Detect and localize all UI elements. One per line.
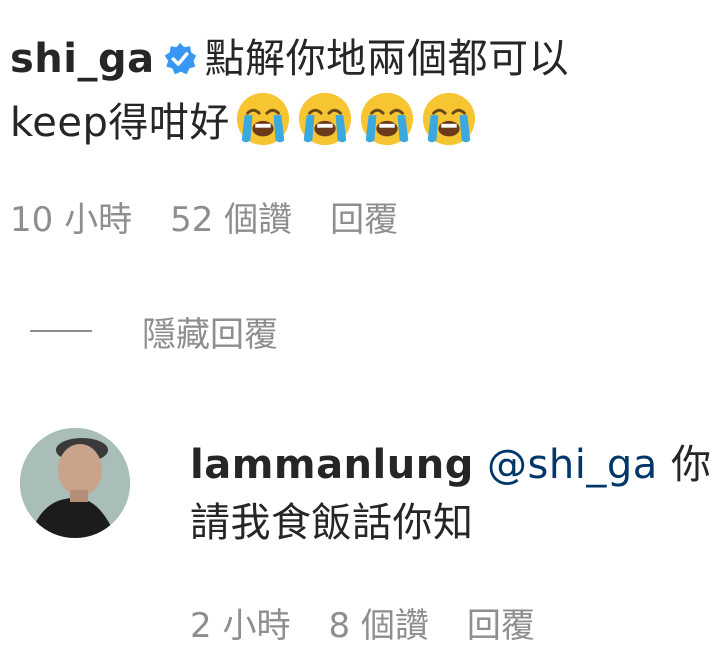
reply-comment: lammanlung @shi_ga 你 請我食飯話你知 — [190, 436, 712, 552]
reply-likes[interactable]: 8 個讚 — [328, 606, 428, 646]
loudly-crying-face-icon — [236, 92, 289, 146]
comment-line-1: shi_ga 點解你地兩個都可以 — [10, 28, 710, 90]
comment-reply-button[interactable]: 回覆 — [330, 200, 398, 240]
loudly-crying-face-icon — [360, 92, 413, 146]
reply-username[interactable]: lammanlung — [190, 442, 474, 488]
reply-text-inline: 你 — [670, 442, 712, 488]
emoji-group — [230, 92, 478, 146]
loudly-crying-face-icon — [298, 92, 351, 146]
reply-line-2: 請我食飯話你知 — [190, 494, 710, 552]
reply-text-line-2: 請我食飯話你知 — [190, 500, 474, 546]
reply-mention-link[interactable]: @shi_ga — [487, 442, 658, 488]
comment-likes[interactable]: 52 個讚 — [170, 200, 292, 240]
comment: shi_ga 點解你地兩個都可以 keep得咁好 — [10, 28, 710, 154]
comment-time: 10 小時 — [10, 200, 133, 240]
comment-text-line-1: 點解你地兩個都可以 — [204, 36, 570, 82]
avatar[interactable] — [20, 428, 130, 538]
comment-meta: 10 小時 52 個讚 回覆 — [10, 192, 436, 241]
hide-replies-divider — [30, 330, 92, 332]
reply-reply-button[interactable]: 回覆 — [467, 606, 535, 646]
comment-text-line-2: keep得咁好 — [10, 100, 230, 146]
reply-time: 2 小時 — [190, 606, 291, 646]
hide-replies-toggle[interactable]: 隱藏回覆 — [30, 306, 278, 356]
reply-line-1: lammanlung @shi_ga 你 — [190, 436, 712, 494]
verified-badge-icon — [164, 42, 196, 75]
reply-meta: 2 小時 8 個讚 回覆 — [190, 598, 573, 647]
hide-replies-label: 隱藏回覆 — [142, 314, 278, 355]
comment-username[interactable]: shi_ga — [10, 36, 155, 82]
loudly-crying-face-icon — [422, 92, 475, 146]
comment-line-2: keep得咁好 — [10, 90, 710, 154]
avatar-image — [20, 428, 130, 538]
